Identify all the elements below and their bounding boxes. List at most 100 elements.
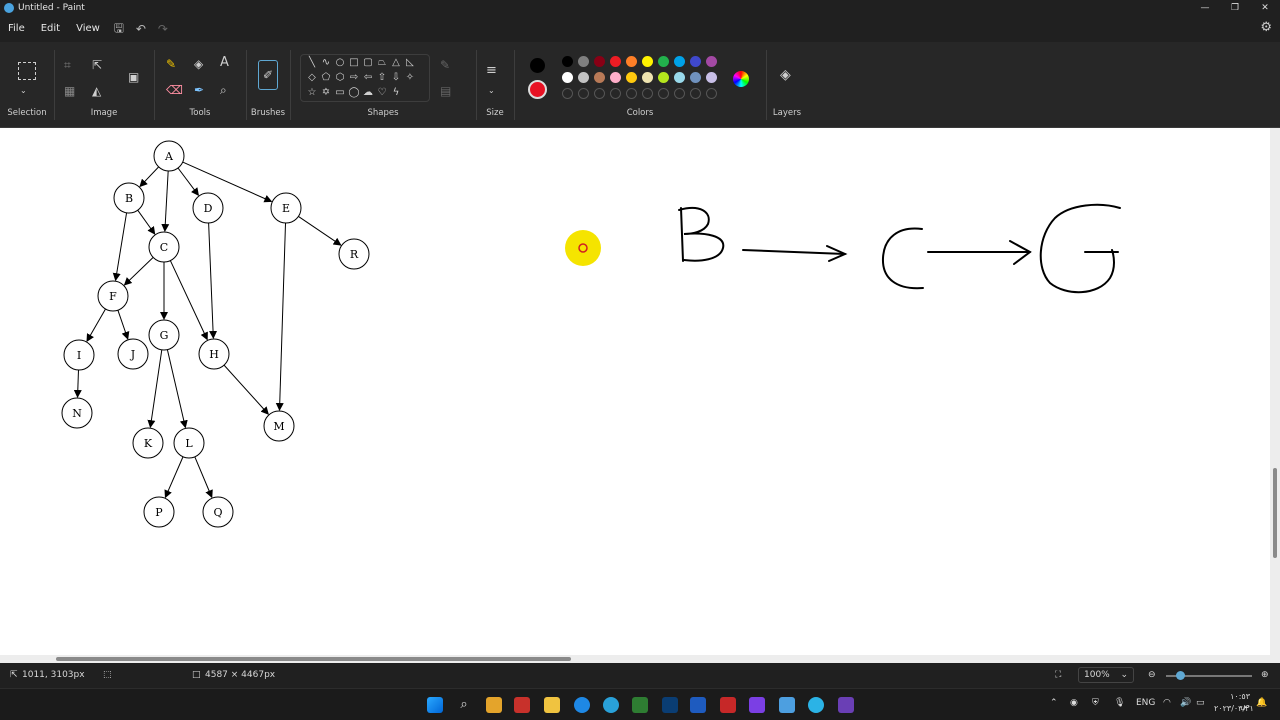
palette-swatch[interactable] — [690, 56, 701, 67]
palette-swatch[interactable] — [594, 72, 605, 83]
custom-color-slot[interactable] — [642, 88, 653, 99]
shapes-gallery[interactable]: ╲ ∿ ○ □ ▢ ⏢ △ ◺ ◇ ⬠ ⬡ ⇨ ⇦ ⇧ ⇩ ✧ ☆ ✡ ▭ ◯ … — [300, 54, 430, 102]
selection-rectangle-icon[interactable] — [18, 62, 36, 80]
palette-swatch[interactable] — [658, 72, 669, 83]
widgets-icon[interactable] — [486, 697, 502, 713]
tray-chevron-up-icon[interactable]: ⌃ — [1050, 698, 1058, 708]
menu-edit[interactable]: Edit — [33, 16, 68, 42]
edge-browser-icon[interactable] — [574, 697, 590, 713]
pencil-icon[interactable]: ✎ — [166, 57, 176, 71]
volume-icon[interactable]: 🔊 — [1180, 698, 1191, 708]
palette-swatch[interactable] — [690, 72, 701, 83]
microphone-icon[interactable]: 🎙 — [1114, 698, 1125, 708]
redo-icon[interactable]: ↷ — [152, 22, 174, 36]
line-shape-icon[interactable]: ╲ — [305, 57, 319, 68]
rotate-icon[interactable]: ◭ — [92, 84, 101, 98]
blur-icon[interactable]: ▦ — [64, 84, 75, 98]
acrobat-icon[interactable] — [720, 697, 736, 713]
maximize-button[interactable]: ❐ — [1220, 0, 1250, 16]
secondary-color-swatch[interactable] — [528, 80, 547, 99]
right-triangle-shape-icon[interactable]: ◺ — [403, 57, 417, 68]
custom-color-slot[interactable] — [674, 88, 685, 99]
palette-swatch[interactable] — [578, 72, 589, 83]
arrow-left-shape-icon[interactable]: ⇦ — [361, 72, 375, 83]
color-picker-icon[interactable]: ✒ — [194, 83, 204, 97]
custom-color-slot[interactable] — [594, 88, 605, 99]
zoom-dropdown[interactable]: 100% ⌄ — [1078, 667, 1134, 683]
figma-icon[interactable] — [749, 697, 765, 713]
menu-view[interactable]: View — [68, 16, 108, 42]
tray-app-icon[interactable]: ◉ — [1070, 698, 1078, 708]
star4-shape-icon[interactable]: ✧ — [403, 72, 417, 83]
photoshop-icon[interactable] — [662, 697, 678, 713]
search-icon[interactable]: ⌕ — [456, 697, 472, 713]
language-indicator[interactable]: ENG — [1136, 698, 1155, 708]
polygon-shape-icon[interactable]: ⏢ — [375, 57, 389, 68]
lightning-shape-icon[interactable]: ϟ — [389, 87, 403, 98]
size-lines-icon[interactable]: ≡ — [486, 64, 497, 78]
close-button[interactable]: ✕ — [1250, 0, 1280, 16]
palette-swatch[interactable] — [562, 56, 573, 67]
fill-icon[interactable]: ▤ — [440, 84, 451, 98]
custom-color-slot[interactable] — [690, 88, 701, 99]
minimize-button[interactable]: — — [1190, 0, 1220, 16]
file-explorer-icon[interactable] — [544, 697, 560, 713]
custom-color-slot[interactable] — [658, 88, 669, 99]
settings-gear-icon[interactable]: ⚙ — [1260, 20, 1272, 35]
rectangle-shape-icon[interactable]: □ — [347, 57, 361, 68]
brush-icon[interactable]: ✐ — [258, 60, 278, 90]
resize-icon[interactable]: ⇱ — [92, 58, 102, 72]
battery-icon[interactable]: ▭ — [1196, 698, 1205, 708]
custom-color-slot[interactable] — [610, 88, 621, 99]
text-tool-icon[interactable]: A — [220, 56, 229, 70]
custom-color-slot[interactable] — [706, 88, 717, 99]
vertical-scroll-thumb[interactable] — [1273, 468, 1277, 558]
palette-swatch[interactable] — [594, 56, 605, 67]
start-button-icon[interactable] — [427, 697, 443, 713]
palette-swatch[interactable] — [658, 56, 669, 67]
hexagon-shape-icon[interactable]: ⬡ — [333, 72, 347, 83]
arrow-up-shape-icon[interactable]: ⇧ — [375, 72, 389, 83]
word-icon[interactable] — [690, 697, 706, 713]
size-chevron-icon[interactable]: ⌄ — [488, 84, 495, 98]
zoom-in-icon[interactable]: ⊕ — [1261, 670, 1269, 680]
palette-swatch[interactable] — [706, 56, 717, 67]
drawing-canvas[interactable]: A B D E C R F G H I J N M K L P Q — [0, 128, 1280, 655]
arrow-down-shape-icon[interactable]: ⇩ — [389, 72, 403, 83]
horizontal-scroll-thumb[interactable] — [56, 657, 571, 661]
save-icon[interactable]: 🖫 — [108, 19, 130, 40]
palette-swatch[interactable] — [610, 72, 621, 83]
palette-swatch[interactable] — [562, 72, 573, 83]
curve-shape-icon[interactable]: ∿ — [319, 57, 333, 68]
menu-file[interactable]: File — [0, 16, 33, 42]
tray-shield-icon[interactable]: ⛨ — [1092, 698, 1099, 708]
app-icon-green[interactable] — [632, 697, 648, 713]
wifi-icon[interactable]: ◠ — [1163, 698, 1171, 708]
horizontal-scrollbar[interactable] — [0, 655, 1280, 663]
app-icon-purple[interactable] — [838, 697, 854, 713]
telegram-icon[interactable] — [603, 697, 619, 713]
zoom-slider-thumb[interactable] — [1176, 671, 1185, 680]
vertical-scrollbar[interactable] — [1270, 128, 1280, 655]
notepad-icon[interactable] — [779, 697, 795, 713]
undo-icon[interactable]: ↶ — [130, 22, 152, 36]
image-select-icon[interactable]: ▣ — [128, 70, 139, 84]
custom-color-slot[interactable] — [626, 88, 637, 99]
eraser-icon[interactable]: ⌫ — [166, 83, 183, 97]
cloud-shape-icon[interactable]: ☁ — [361, 87, 375, 98]
fit-to-window-icon[interactable]: ⛶ — [1055, 670, 1061, 680]
palette-swatch[interactable] — [642, 72, 653, 83]
star6-shape-icon[interactable]: ✡ — [319, 87, 333, 98]
recorder-app-icon[interactable] — [514, 697, 530, 713]
arrow-right-shape-icon[interactable]: ⇨ — [347, 72, 361, 83]
notification-bell-icon[interactable]: 🔔 — [1256, 698, 1267, 708]
pentagon-shape-icon[interactable]: ⬠ — [319, 72, 333, 83]
callout-rect-shape-icon[interactable]: ▭ — [333, 87, 347, 98]
primary-color-swatch[interactable] — [530, 58, 545, 73]
palette-swatch[interactable] — [642, 56, 653, 67]
outline-icon[interactable]: ✎ — [440, 58, 450, 72]
chevron-down-icon[interactable]: ⌄ — [20, 84, 27, 98]
palette-swatch[interactable] — [674, 72, 685, 83]
callout-oval-shape-icon[interactable]: ◯ — [347, 87, 361, 98]
layers-icon[interactable]: ◈ — [780, 68, 791, 82]
